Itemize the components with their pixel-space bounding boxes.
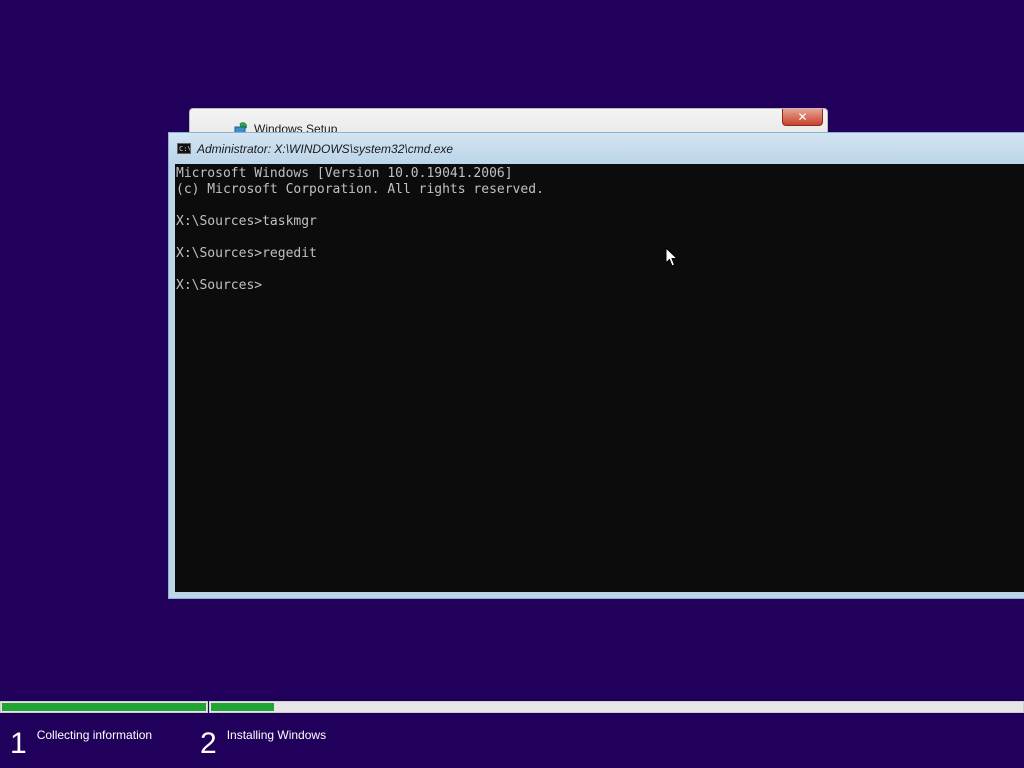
console-line: (c) Microsoft Corporation. All rights re…	[176, 182, 544, 197]
step-number: 2	[200, 727, 217, 760]
step-label: Installing Windows	[226, 728, 327, 742]
step-label: Collecting information	[36, 728, 153, 742]
desktop: Windows Setup ✕ C:\ Administrator: X:\WI…	[0, 0, 1024, 768]
console-output[interactable]: Microsoft Windows [Version 10.0.19041.20…	[175, 164, 1024, 592]
step-number: 1	[10, 727, 27, 760]
console-line: X:\Sources>taskmgr	[176, 214, 317, 229]
progress-segment-installing	[209, 701, 1024, 713]
console-line: Microsoft Windows [Version 10.0.19041.20…	[176, 166, 513, 181]
cmd-title: Administrator: X:\WINDOWS\system32\cmd.e…	[197, 141, 454, 156]
close-icon: ✕	[797, 110, 808, 124]
progress-fill-installing	[211, 703, 275, 711]
cmd-icon: C:\	[177, 143, 191, 154]
step-installing-windows: 2 Installing Windows	[200, 724, 326, 764]
progress-segment-collecting	[0, 701, 208, 713]
console-line: X:\Sources>regedit	[176, 246, 317, 261]
console-prompt[interactable]: X:\Sources>	[176, 278, 1024, 294]
step-collecting-information: 1 Collecting information	[10, 724, 152, 764]
mouse-cursor-icon	[665, 247, 679, 267]
progress-fill-collecting	[2, 703, 206, 711]
setup-progress-bar	[0, 701, 1024, 713]
cmd-titlebar[interactable]: C:\ Administrator: X:\WINDOWS\system32\c…	[169, 133, 1024, 164]
setup-close-button[interactable]: ✕	[782, 109, 823, 126]
cmd-window[interactable]: C:\ Administrator: X:\WINDOWS\system32\c…	[168, 132, 1024, 599]
